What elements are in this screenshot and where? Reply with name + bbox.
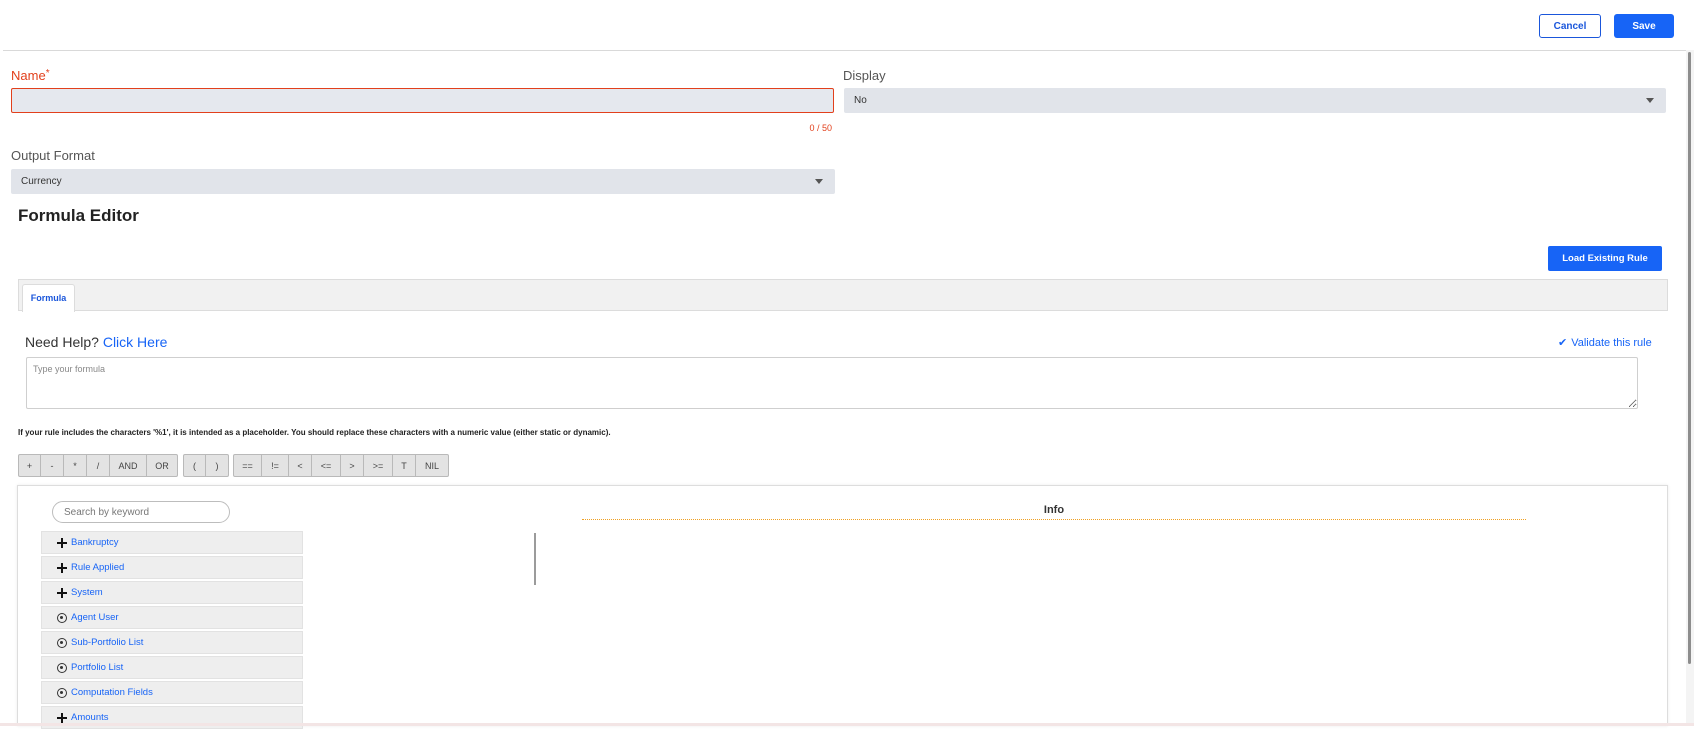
page-scrollbar-thumb[interactable] (1688, 52, 1691, 664)
output-format-select-value: Currency (21, 176, 62, 187)
help-link[interactable]: Click Here (103, 334, 168, 350)
editor-tab-strip: Formula (18, 279, 1668, 312)
tree-item-label[interactable]: Rule Applied (71, 562, 124, 573)
plus-icon[interactable] (56, 587, 68, 599)
check-icon: ✔ (1558, 337, 1568, 349)
operator-plus-button[interactable]: + (18, 454, 41, 477)
operator-open-paren-button[interactable]: ( (183, 454, 206, 477)
tree-item-system[interactable]: System (41, 581, 303, 604)
chevron-down-icon (815, 179, 823, 184)
tree-item-label[interactable]: Agent User (71, 612, 119, 623)
info-divider (582, 519, 1526, 520)
operator-true-button[interactable]: T (393, 454, 416, 477)
tree-item-agent-user[interactable]: Agent User (41, 606, 303, 629)
tree-item-rule-applied[interactable]: Rule Applied (41, 556, 303, 579)
operator-and-button[interactable]: AND (110, 454, 147, 477)
help-prefix: Need Help? (25, 334, 99, 350)
tree-item-label[interactable]: Computation Fields (71, 687, 153, 698)
operator-greater-than-button[interactable]: > (341, 454, 364, 477)
tree-item-label[interactable]: Sub-Portfolio List (71, 637, 143, 648)
operator-not-equal-button[interactable]: != (262, 454, 289, 477)
operator-less-equal-button[interactable]: <= (312, 454, 341, 477)
operator-equal-button[interactable]: == (233, 454, 262, 477)
cancel-button[interactable]: Cancel (1539, 14, 1601, 38)
operator-close-paren-button[interactable]: ) (206, 454, 229, 477)
operator-greater-equal-button[interactable]: >= (364, 454, 393, 477)
tree-item-sub-portfolio-list[interactable]: Sub-Portfolio List (41, 631, 303, 654)
help-text: Need Help? Click Here (25, 334, 167, 350)
top-action-bar: Cancel Save (3, 3, 1691, 51)
panel-resize-handle[interactable] (534, 533, 536, 585)
name-char-count: 0 / 50 (809, 123, 832, 133)
operator-nil-button[interactable]: NIL (416, 454, 449, 477)
operator-less-than-button[interactable]: < (289, 454, 312, 477)
tab-formula[interactable]: Formula (22, 284, 75, 312)
tree-item-label[interactable]: Amounts (71, 712, 109, 723)
plus-icon[interactable] (56, 537, 68, 549)
load-existing-rule-button[interactable]: Load Existing Rule (1548, 246, 1662, 271)
name-label-text: Name (11, 68, 46, 83)
tree-item-label[interactable]: Bankruptcy (71, 537, 119, 548)
radio-icon[interactable] (57, 688, 67, 698)
field-tree: Bankruptcy Rule Applied System Agent Use… (41, 531, 303, 731)
save-button[interactable]: Save (1614, 14, 1674, 38)
operator-divide-button[interactable]: / (87, 454, 110, 477)
operator-group-parentheses: ( ) (183, 454, 229, 477)
formula-textarea[interactable] (26, 357, 1638, 409)
radio-icon[interactable] (57, 638, 67, 648)
chevron-down-icon (1646, 98, 1654, 103)
name-input[interactable] (11, 88, 834, 113)
tree-item-label[interactable]: System (71, 587, 103, 598)
operator-multiply-button[interactable]: * (64, 454, 87, 477)
required-mark: * (45, 68, 50, 79)
placeholder-note: If your rule includes the characters '%1… (18, 428, 611, 437)
tree-item-portfolio-list[interactable]: Portfolio List (41, 656, 303, 679)
formula-editor-title: Formula Editor (18, 206, 139, 225)
operator-group-comparison: == != < <= > >= T NIL (233, 454, 449, 477)
name-label: Name* (11, 68, 50, 83)
radio-icon[interactable] (57, 663, 67, 673)
display-select-value: No (854, 95, 867, 106)
search-input[interactable] (52, 501, 230, 523)
tree-item-label[interactable]: Portfolio List (71, 662, 123, 673)
operator-or-button[interactable]: OR (147, 454, 178, 477)
display-label: Display (843, 68, 886, 83)
operator-group-arithmetic: + - * / AND OR (18, 454, 178, 477)
validate-rule-link[interactable]: ✔ Validate this rule (1558, 336, 1652, 349)
plus-icon[interactable] (56, 562, 68, 574)
output-format-select[interactable]: Currency (11, 169, 835, 194)
tree-item-bankruptcy[interactable]: Bankruptcy (41, 531, 303, 554)
tree-item-computation-fields[interactable]: Computation Fields (41, 681, 303, 704)
display-select[interactable]: No (844, 88, 1666, 113)
operator-minus-button[interactable]: - (41, 454, 64, 477)
validate-rule-label: Validate this rule (1571, 337, 1652, 349)
info-title: Info (1043, 504, 1065, 516)
output-format-label: Output Format (11, 148, 95, 163)
radio-icon[interactable] (57, 613, 67, 623)
